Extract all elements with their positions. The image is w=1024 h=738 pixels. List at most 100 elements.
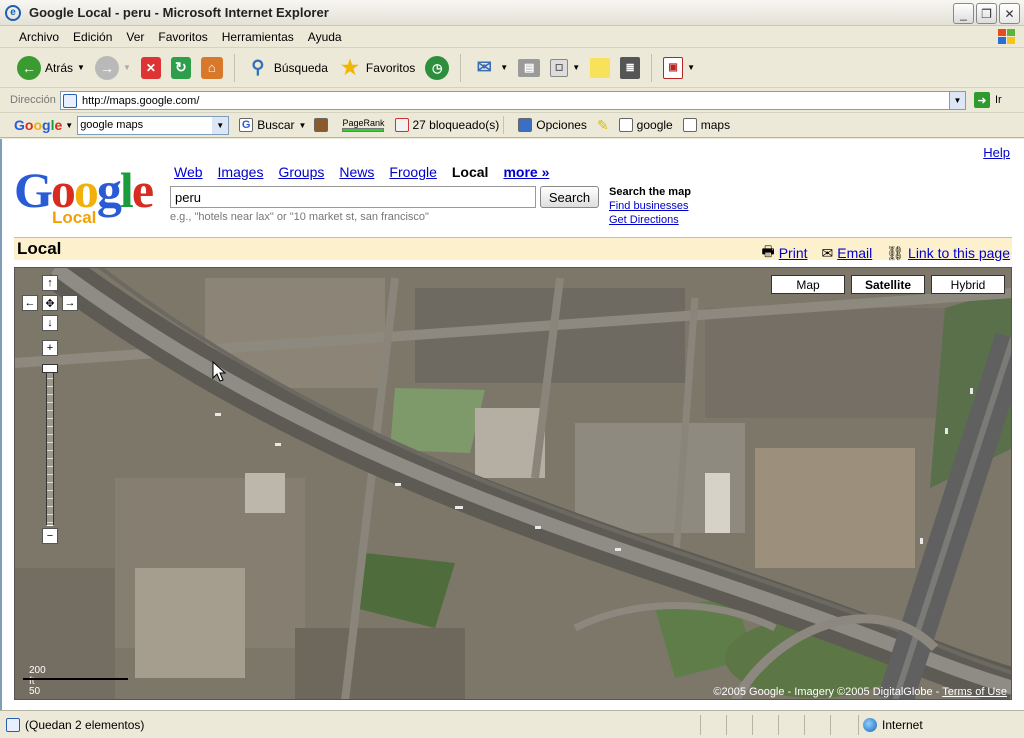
- map-type-map[interactable]: Map: [771, 275, 845, 294]
- link-page-group[interactable]: ⛓ Link to this page: [886, 241, 1010, 265]
- link-to-page[interactable]: Link to this page: [908, 245, 1010, 261]
- popup-blocked-icon: [394, 118, 409, 132]
- history-icon: ◷: [425, 55, 450, 80]
- nav-web[interactable]: Web: [174, 164, 203, 180]
- pan-east-icon[interactable]: →: [62, 295, 78, 311]
- windows-logo-icon: [996, 28, 1016, 46]
- terms-of-use-link[interactable]: Terms of Use: [942, 686, 1007, 698]
- google-toolbar-search-input[interactable]: google maps ▼: [77, 115, 230, 135]
- close-button[interactable]: ✕: [999, 3, 1020, 24]
- news-icon[interactable]: [314, 118, 329, 132]
- pan-west-icon[interactable]: ←: [22, 295, 38, 311]
- zoom-out-icon[interactable]: −: [42, 528, 58, 544]
- nav-news[interactable]: News: [339, 164, 374, 180]
- home-button[interactable]: ⌂: [198, 53, 226, 83]
- favorites-button[interactable]: ★ Favoritos: [335, 53, 418, 83]
- nav-more[interactable]: more »: [503, 164, 549, 180]
- toolbar-separator: [233, 53, 235, 82]
- chevron-down-icon: ▼: [572, 63, 581, 72]
- search-input[interactable]: peru: [170, 186, 536, 208]
- pan-south-icon[interactable]: ↓: [42, 315, 58, 331]
- security-zone: Internet: [858, 715, 923, 735]
- back-button[interactable]: ← Atrás ▼: [14, 53, 88, 83]
- help-link[interactable]: Help: [983, 145, 1010, 160]
- pagerank-bar: [342, 128, 385, 132]
- pan-north-icon[interactable]: ↑: [42, 275, 58, 291]
- chevron-down-icon[interactable]: ▼: [212, 116, 229, 134]
- mail-icon: ✉: [476, 57, 492, 77]
- status-text: (Quedan 2 elementos): [25, 717, 145, 732]
- search-map-label: Search the map: [609, 186, 691, 198]
- email-link-group[interactable]: ✉ Email: [822, 241, 873, 265]
- options-button[interactable]: Opciones: [518, 118, 587, 132]
- menu-favoritos[interactable]: Favoritos: [151, 30, 214, 44]
- menu-archivo[interactable]: Archivo: [12, 30, 66, 44]
- envelope-icon: ✉: [821, 244, 834, 261]
- email-link[interactable]: Email: [837, 245, 872, 261]
- nav-froogle[interactable]: Froogle: [389, 164, 436, 180]
- map-type-hybrid[interactable]: Hybrid: [931, 275, 1005, 294]
- research-button[interactable]: ≣: [617, 53, 643, 83]
- zoom-slider-thumb[interactable]: [42, 364, 58, 373]
- search-button[interactable]: Search: [540, 186, 599, 208]
- zoom-in-icon[interactable]: +: [42, 340, 58, 356]
- standard-toolbar: ← Atrás ▼ → ▼ ✕ ↻ ⌂ ⚲ Búsqueda ★ Favorit…: [0, 48, 1024, 88]
- section-title: Local: [17, 239, 62, 258]
- refresh-button[interactable]: ↻: [168, 53, 194, 83]
- chain-link-icon: ⛓: [886, 244, 905, 261]
- research-icon: ≣: [620, 56, 641, 79]
- google-toolbar-search-button[interactable]: G Buscar ▼: [239, 118, 306, 132]
- magnifier-icon: [618, 118, 633, 132]
- print-link[interactable]: Print: [779, 245, 808, 261]
- chevron-down-icon: ▼: [77, 63, 85, 72]
- edit-button[interactable]: ◻ ▼: [547, 53, 583, 83]
- pan-center-icon[interactable]: ✥: [42, 295, 58, 311]
- restore-button[interactable]: ❐: [976, 3, 997, 24]
- minimize-button[interactable]: _: [953, 3, 974, 24]
- highlighter-button[interactable]: ✎: [597, 117, 609, 134]
- zoom-slider[interactable]: [46, 369, 54, 526]
- google-toolbar-logo[interactable]: Google: [14, 117, 62, 133]
- chevron-down-icon[interactable]: ▼: [949, 92, 965, 109]
- forward-button[interactable]: → ▼: [92, 53, 134, 83]
- search-button[interactable]: ⚲ Búsqueda: [243, 53, 331, 83]
- menu-herramientas[interactable]: Herramientas: [215, 30, 301, 44]
- print-link-group[interactable]: 🖶 Print: [761, 241, 807, 265]
- google-g-icon: G: [239, 118, 254, 132]
- map-type-satellite[interactable]: Satellite: [851, 275, 925, 294]
- nav-images[interactable]: Images: [218, 164, 264, 180]
- notes-button[interactable]: [587, 53, 613, 83]
- printer-icon: ▤: [518, 58, 541, 77]
- web-page: Help Google Local Web Images Groups News…: [0, 139, 1024, 710]
- chevron-down-icon[interactable]: ▼: [65, 121, 73, 130]
- get-directions-link[interactable]: Get Directions: [609, 213, 691, 227]
- stop-icon: ✕: [140, 56, 161, 79]
- mail-button[interactable]: ✉ ▼: [469, 53, 511, 83]
- go-arrow-icon: ➜: [974, 92, 990, 108]
- history-button[interactable]: ◷: [422, 53, 452, 83]
- page-actions: 🖶 Print ✉ Email ⛓ Link to this page: [761, 241, 1010, 265]
- nav-groups[interactable]: Groups: [278, 164, 324, 180]
- highlight-term-google[interactable]: google: [618, 118, 673, 132]
- popup-blocker-button[interactable]: 27 bloqueado(s): [394, 118, 499, 132]
- magnifier-icon: [682, 118, 697, 132]
- stop-button[interactable]: ✕: [138, 53, 164, 83]
- toolbar-separator: [460, 53, 462, 82]
- globe-icon: [863, 718, 877, 732]
- menu-ayuda[interactable]: Ayuda: [301, 30, 349, 44]
- pdf-button[interactable]: ▣ ▼: [660, 53, 698, 83]
- highlight-term-maps[interactable]: maps: [682, 118, 730, 132]
- options-icon: [518, 118, 533, 132]
- back-arrow-icon: ←: [17, 55, 41, 80]
- star-icon: ★: [340, 57, 359, 79]
- menu-edicion[interactable]: Edición: [66, 30, 119, 44]
- title-bar: e Google Local - peru - Microsoft Intern…: [0, 0, 1024, 26]
- menu-ver[interactable]: Ver: [119, 30, 151, 44]
- satellite-map[interactable]: Map Satellite Hybrid ↑ ← ✥ → ↓ + − 200 f…: [14, 267, 1012, 700]
- go-button[interactable]: ➜ Ir: [974, 92, 1002, 108]
- google-local-logo[interactable]: Google Local: [14, 165, 164, 227]
- window-title: Google Local - peru - Microsoft Internet…: [29, 5, 329, 20]
- address-input[interactable]: http://maps.google.com/ ▼: [60, 91, 966, 110]
- print-toolbar-button[interactable]: ▤: [515, 53, 543, 83]
- find-businesses-link[interactable]: Find businesses: [609, 199, 691, 213]
